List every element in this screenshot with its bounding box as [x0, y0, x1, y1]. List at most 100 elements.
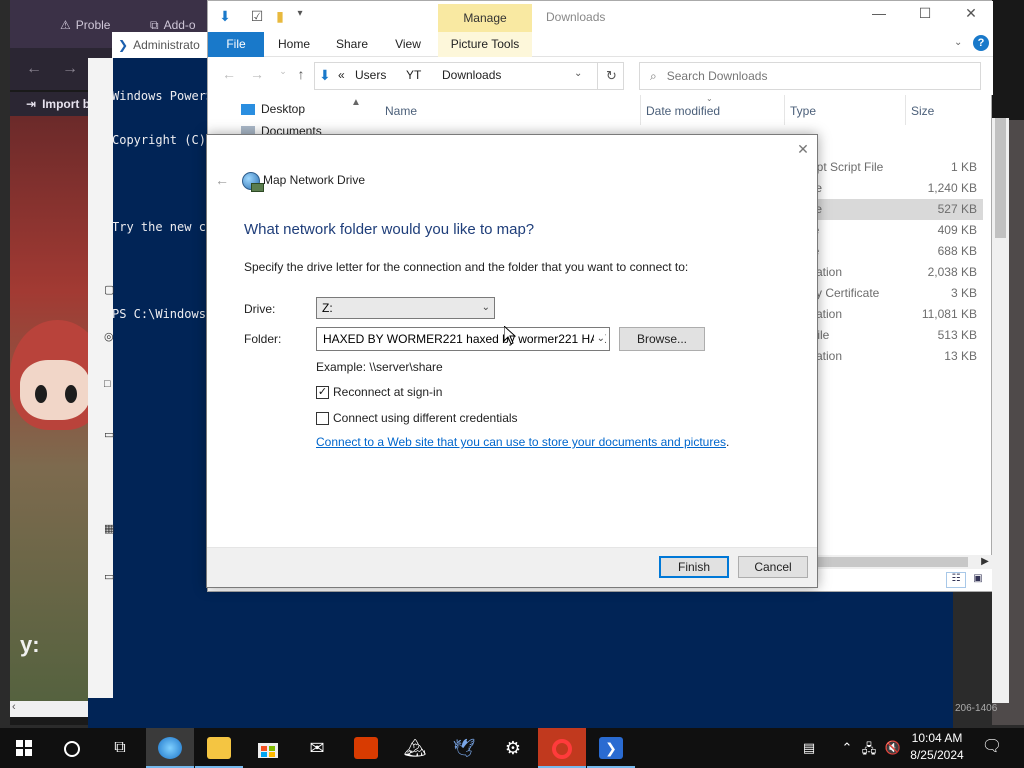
network-icon[interactable]: 🖧 — [860, 740, 878, 758]
credentials-checkbox[interactable] — [316, 412, 329, 425]
up-arrow-icon[interactable]: ↑ — [292, 66, 310, 84]
taskbar-app-store[interactable] — [244, 728, 292, 768]
minimize-icon[interactable]: — — [856, 5, 902, 27]
console-line: Try the new cr — [112, 219, 212, 234]
reconnect-checkbox[interactable]: ✓ — [316, 386, 329, 399]
browser-app-icon — [158, 737, 182, 759]
web-site-link-text[interactable]: Connect to a Web site that you can use t… — [316, 435, 726, 449]
settings-nav-icon[interactable]: ▢ — [104, 283, 118, 297]
powershell-console[interactable]: Windows PowerS Copyright (C) Try the new… — [112, 60, 212, 336]
breadcrumb-downloads[interactable]: Downloads — [442, 68, 501, 82]
breadcrumb-yt[interactable]: YT — [406, 68, 421, 82]
back-arrow-icon[interactable]: ← — [220, 66, 238, 84]
scroll-right-icon[interactable]: ▶ — [978, 555, 992, 569]
tab-home[interactable]: Home — [272, 32, 316, 57]
file-row[interactable]: le 409 KB — [808, 220, 983, 241]
help-icon[interactable]: ? — [973, 35, 989, 51]
new-folder-icon[interactable]: ▮ — [271, 8, 289, 26]
cancel-button[interactable]: Cancel — [738, 556, 808, 578]
column-header-name[interactable]: Name — [385, 104, 417, 118]
back-arrow-icon[interactable]: ← — [215, 172, 231, 188]
taskbar-app-file-explorer[interactable] — [195, 728, 243, 768]
taskbar-app-mail[interactable]: ✉ — [293, 728, 341, 768]
file-list-hscrollbar[interactable]: ▶ — [818, 555, 992, 569]
address-dropdown-icon[interactable]: ⌄ — [574, 68, 582, 79]
news-widget-icon[interactable]: ▤ — [800, 740, 818, 758]
browser-tab-label: Proble — [75, 18, 111, 32]
refresh-icon[interactable]: ↻ — [597, 63, 625, 89]
taskbar-app-photos[interactable]: 🏔 — [391, 728, 439, 768]
settings-nav-icon[interactable]: ▭ — [104, 428, 118, 442]
drive-select[interactable]: Z: ⌄ — [316, 297, 495, 319]
forward-arrow-icon[interactable]: → — [248, 66, 266, 84]
close-icon[interactable]: ✕ — [948, 5, 994, 27]
settings-nav-icon[interactable]: ▦ — [104, 522, 118, 536]
settings-nav-icon[interactable]: ▭ — [104, 570, 118, 584]
folder-label: Folder: — [244, 332, 282, 346]
search-button[interactable] — [48, 728, 96, 768]
file-row[interactable]: cation 13 KB — [808, 346, 983, 367]
nav-item-label: Desktop — [261, 102, 306, 116]
tab-share[interactable]: Share — [330, 32, 374, 57]
large-icons-view-icon[interactable]: ▣ — [968, 572, 988, 588]
powershell-titlebar[interactable]: ❯ Administrato — [112, 32, 222, 58]
taskbar-app-bird[interactable]: 🕊 — [440, 728, 488, 768]
start-button[interactable] — [0, 728, 48, 768]
clock[interactable]: 10:04 AM 8/25/2024 — [904, 730, 970, 766]
tab-file[interactable]: File — [208, 32, 264, 57]
back-arrow-icon[interactable]: ← — [24, 60, 44, 78]
file-size: 3 KB — [950, 286, 977, 300]
search-input[interactable]: ⌕ Search Downloads — [639, 62, 981, 90]
breadcrumb-prefix[interactable]: « — [338, 68, 345, 82]
tab-picture-tools[interactable]: Picture Tools — [438, 32, 532, 57]
web-site-link[interactable]: Connect to a Web site that you can use t… — [316, 435, 729, 449]
tab-view[interactable]: View — [386, 32, 430, 57]
file-row[interactable]: ile 1,240 KB — [808, 178, 983, 199]
nav-item-desktop[interactable]: Desktop — [241, 102, 305, 116]
breadcrumb-users[interactable]: Users — [355, 68, 386, 82]
column-header-size[interactable]: Size — [911, 104, 934, 118]
taskbar-app-opera[interactable] — [538, 728, 586, 768]
volume-muted-icon[interactable]: 🔇 — [884, 740, 902, 758]
file-row[interactable]: cation 11,081 KB — [808, 304, 983, 325]
file-row[interactable]: ript Script File 1 KB — [808, 157, 983, 178]
properties-icon[interactable]: ☑ — [248, 8, 266, 26]
recent-locations-icon[interactable]: ⌄ — [274, 66, 292, 84]
taskbar-app-powershell[interactable]: ❯ — [587, 728, 635, 768]
folder-input[interactable]: HAXED BY WORMER221 haxed by wormer221 HA… — [316, 327, 610, 351]
column-header-date[interactable]: Date modified — [646, 104, 720, 118]
forward-arrow-icon[interactable]: → — [60, 60, 80, 78]
notification-center-icon[interactable]: 🗨 — [980, 736, 1004, 760]
settings-nav-icon[interactable]: □ — [104, 378, 118, 392]
column-divider — [784, 95, 785, 125]
dialog-description: Specify the drive letter for the connect… — [244, 260, 689, 274]
browser-tab[interactable]: ⚠ Proble — [60, 14, 110, 36]
expand-ribbon-icon[interactable]: ⌄ — [954, 37, 962, 48]
scroll-thumb[interactable] — [995, 118, 1006, 238]
reconnect-label[interactable]: Reconnect at sign-in — [333, 385, 442, 399]
scroll-thumb[interactable] — [818, 557, 968, 567]
customize-toolbar-icon[interactable]: ▾ — [291, 8, 309, 26]
file-row[interactable]: le 688 KB — [808, 241, 983, 262]
browse-button[interactable]: Browse... — [619, 327, 705, 351]
file-row[interactable]: cation 2,038 KB — [808, 262, 983, 283]
background-vscrollbar[interactable] — [992, 118, 1009, 703]
column-header-type[interactable]: Type — [790, 104, 816, 118]
close-icon[interactable]: ✕ — [795, 141, 811, 157]
file-row-selected[interactable]: ile 527 KB — [808, 199, 983, 220]
tab-manage[interactable]: Manage — [438, 4, 532, 32]
chevron-up-icon[interactable]: ⌃ — [838, 740, 856, 758]
file-row[interactable]: File 513 KB — [808, 325, 983, 346]
task-view-button[interactable]: ⧉ — [96, 728, 144, 768]
scroll-up-icon[interactable]: ▲ — [349, 97, 363, 127]
taskbar-app-office[interactable] — [342, 728, 390, 768]
details-view-icon[interactable]: ☷ — [946, 572, 966, 588]
settings-nav-icon[interactable]: ◎ — [104, 330, 118, 344]
maximize-icon[interactable]: ☐ — [902, 5, 948, 27]
file-row[interactable]: ity Certificate 3 KB — [808, 283, 983, 304]
bird-icon: 🕊 — [452, 738, 476, 758]
finish-button[interactable]: Finish — [659, 556, 729, 578]
credentials-label[interactable]: Connect using different credentials — [333, 411, 518, 425]
taskbar-app-settings[interactable]: ⚙ — [489, 728, 537, 768]
taskbar-app-browser[interactable] — [146, 728, 194, 768]
